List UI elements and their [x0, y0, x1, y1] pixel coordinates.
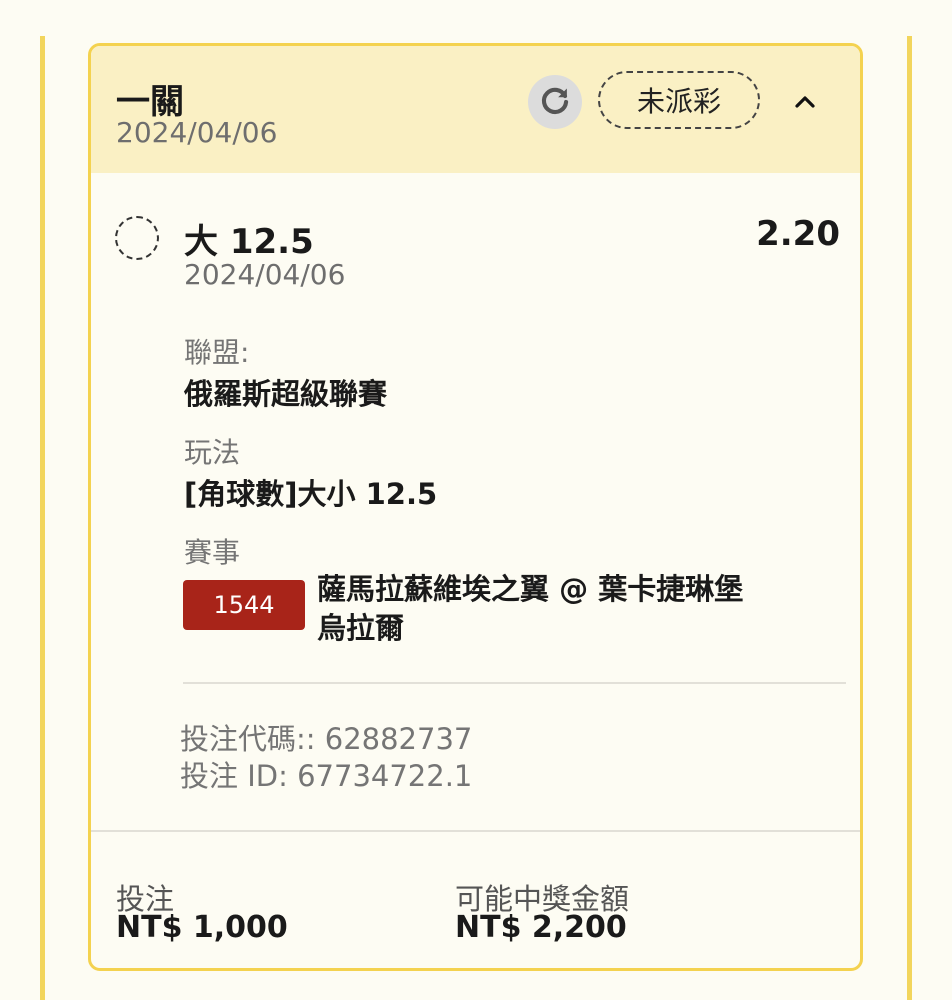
- footer-divider: [91, 830, 860, 832]
- bet-date: 2024/04/06: [116, 116, 278, 149]
- bet-card: 一關 2024/04/06 未派彩 大 12.5 2024/04/06 2.20…: [88, 43, 863, 971]
- selection-name: 大 12.5: [184, 222, 314, 262]
- divider: [183, 682, 846, 684]
- event-name: 薩馬拉蘇維埃之翼 @ 葉卡捷琳堡烏拉爾: [317, 572, 744, 645]
- selection-date: 2024/04/06: [184, 258, 346, 291]
- bet-card-header[interactable]: 一關 2024/04/06 未派彩: [91, 46, 860, 173]
- bet-code: 投注代碼:: 62882737: [180, 722, 473, 756]
- event-id-badge: 1544: [183, 580, 305, 630]
- bet-id: 投注 ID: 67734722.1: [180, 759, 473, 793]
- right-border: [907, 36, 912, 1000]
- refresh-icon: [541, 87, 569, 115]
- league-label: 聯盟:: [184, 336, 250, 369]
- payout-value: NT$ 2,200: [455, 910, 627, 945]
- collapse-button[interactable]: [785, 84, 825, 120]
- status-badge: 未派彩: [598, 71, 760, 129]
- market-label: 玩法: [184, 436, 241, 469]
- league-value: 俄羅斯超級聯賽: [184, 377, 388, 411]
- chevron-up-icon: [795, 96, 815, 108]
- stake-value: NT$ 1,000: [116, 910, 288, 945]
- left-border: [40, 36, 45, 1000]
- odds-value: 2.20: [756, 214, 840, 254]
- refresh-button[interactable]: [528, 75, 582, 129]
- selection-radio[interactable]: [115, 216, 159, 260]
- event-label: 賽事: [184, 536, 241, 569]
- market-value: [角球數]大小 12.5: [184, 477, 438, 511]
